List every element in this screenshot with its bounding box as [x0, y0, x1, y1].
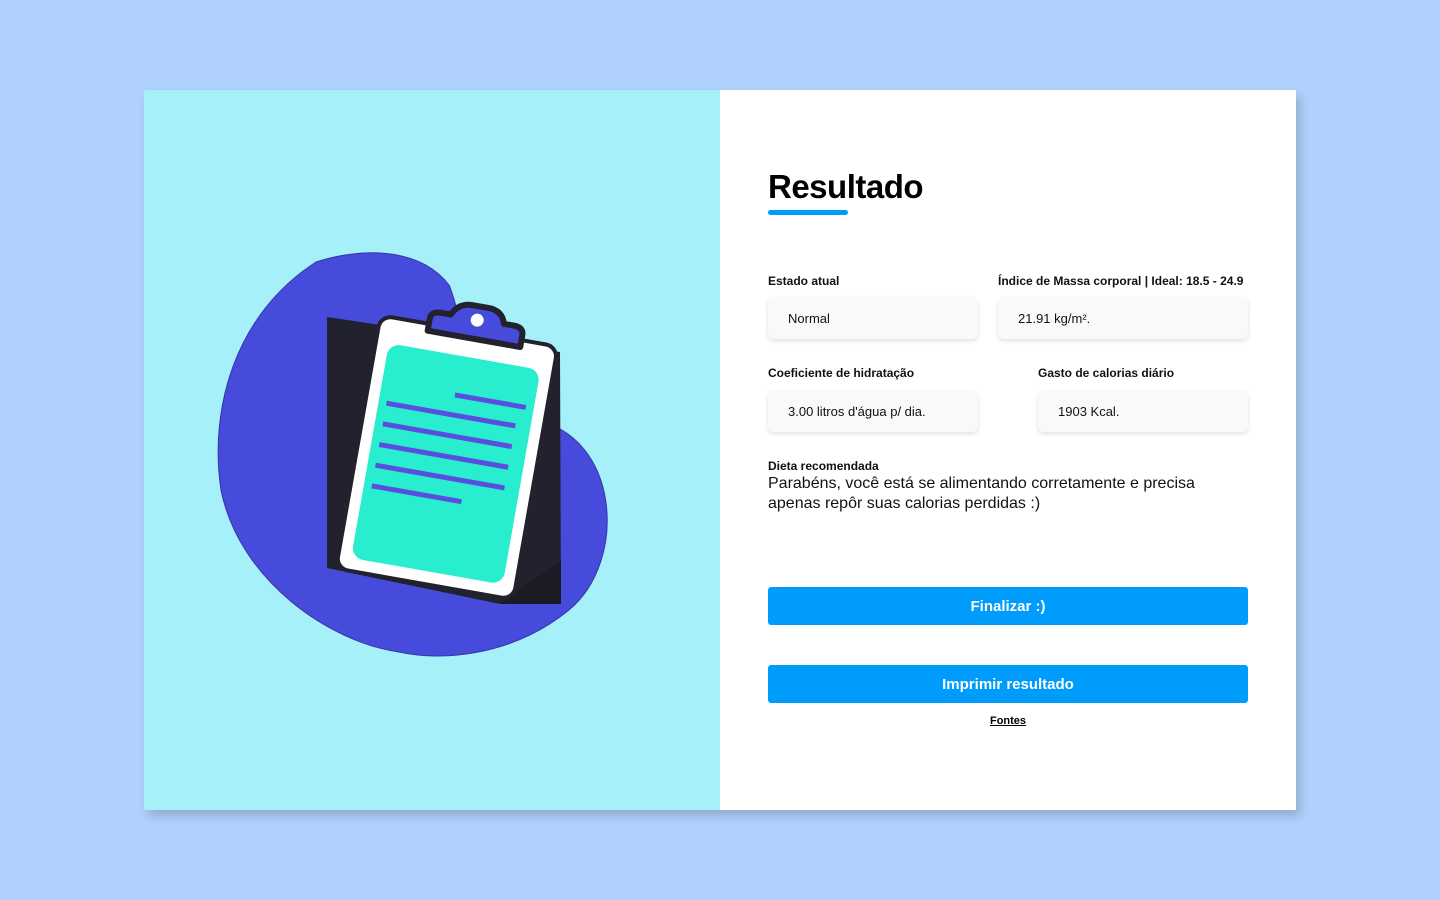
calorias-field: 1903 Kcal.: [1038, 390, 1248, 432]
clipboard-icon: [327, 301, 561, 604]
estado-atual-field: Normal: [768, 297, 978, 339]
dieta-label: Dieta recomendada: [768, 459, 879, 473]
page-title: Resultado: [768, 168, 924, 205]
finalize-button[interactable]: Finalizar :): [768, 587, 1248, 625]
title-underline: [768, 210, 848, 215]
estado-atual-label: Estado atual: [768, 274, 840, 288]
dieta-text: Parabéns, você está se alimentando corre…: [768, 475, 1195, 512]
sources-link[interactable]: Fontes: [768, 715, 1248, 727]
calorias-label: Gasto de calorias diário: [1038, 366, 1175, 380]
result-card: Resultado Estado atual Normal Índice de …: [144, 90, 1296, 810]
hidratacao-field: 3.00 litros d'água p/ dia.: [768, 390, 978, 432]
print-result-button[interactable]: Imprimir resultado: [768, 665, 1248, 703]
illustration-panel: [144, 90, 720, 810]
hidratacao-label: Coeficiente de hidratação: [768, 366, 915, 380]
result-panel: Resultado Estado atual Normal Índice de …: [720, 90, 1296, 810]
imc-field: 21.91 kg/m².: [998, 297, 1248, 339]
clipboard-illustration: [217, 252, 608, 657]
imc-label: Índice de Massa corporal | Ideal: 18.5 -…: [998, 274, 1244, 288]
